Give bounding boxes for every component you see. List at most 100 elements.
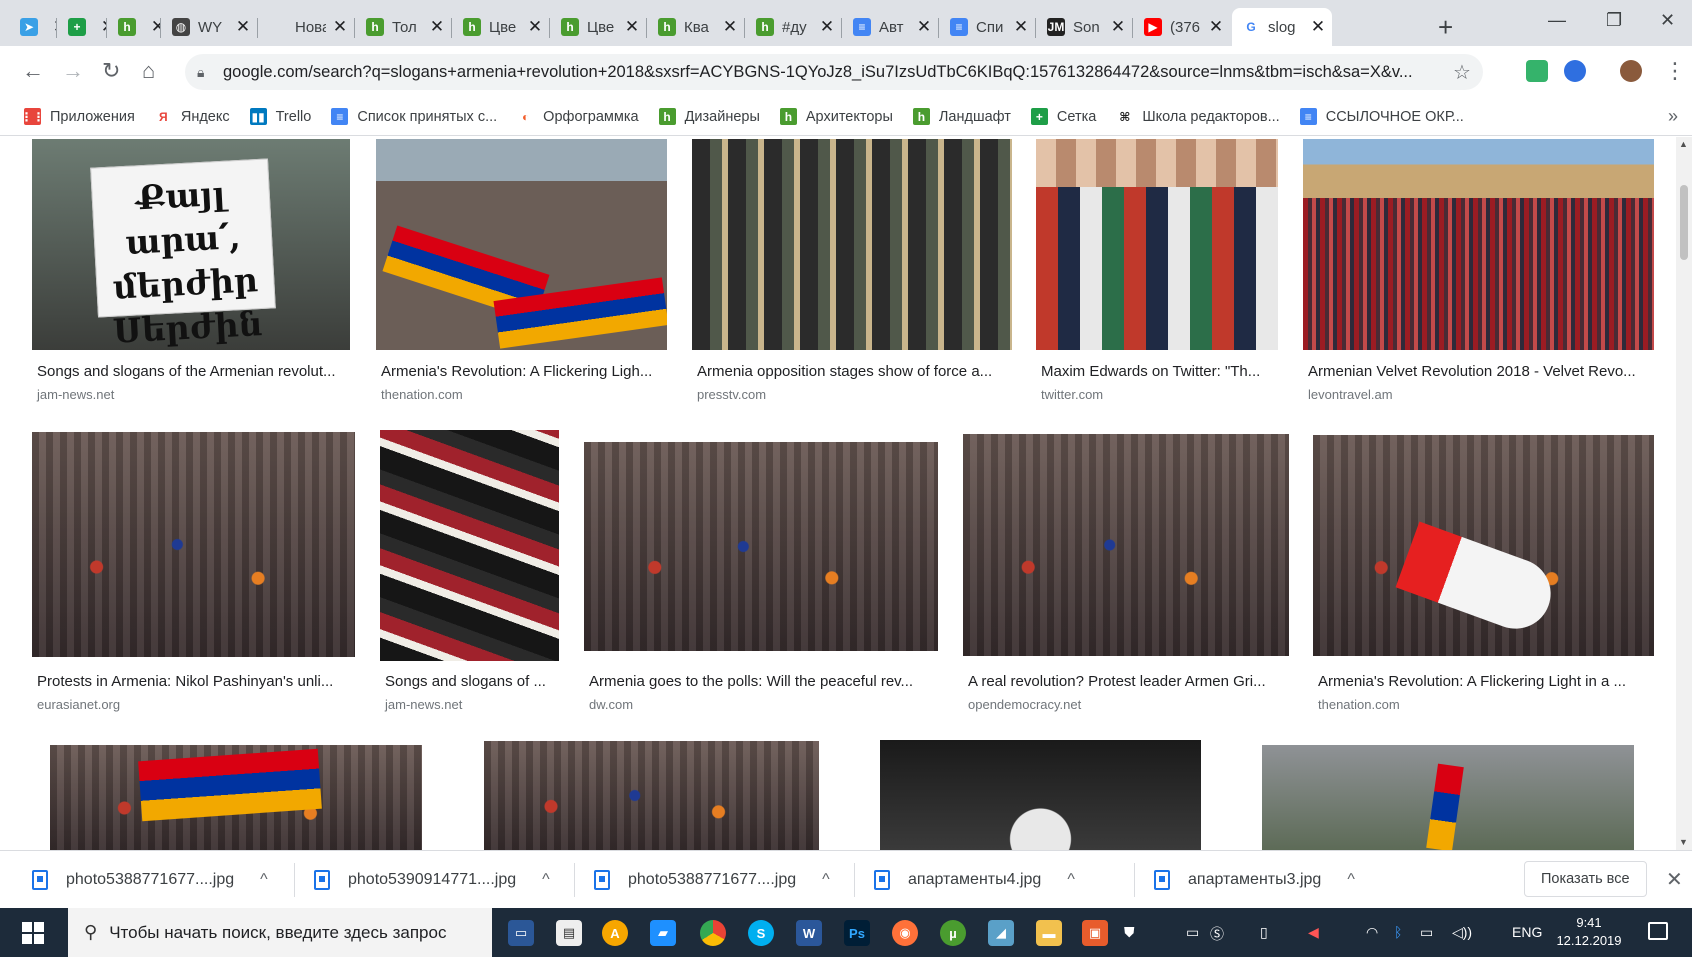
browser-tab[interactable]: h Тол ✕ [356,8,451,46]
bookmark-item[interactable]: ▮▮ Trello [249,108,311,125]
result-caption[interactable]: Armenia's Revolution: A Flickering Ligh.… [381,363,671,380]
battery-icon[interactable]: ▭ [1420,924,1433,941]
tab-close-icon[interactable]: ✕ [429,17,445,37]
windows-start-icon[interactable] [22,922,44,944]
bookmark-item[interactable]: ≡ ССЫЛОЧНОЕ ОКР... [1299,108,1464,125]
result-image-14[interactable] [1262,745,1634,850]
tab-close-icon[interactable]: ✕ [527,17,543,37]
chrome-icon[interactable] [700,920,726,946]
result-image-13[interactable] [880,740,1201,850]
result-image-8[interactable] [584,442,938,651]
word-icon[interactable]: W [796,920,822,946]
result-caption[interactable]: Armenian Velvet Revolution 2018 - Velvet… [1308,363,1654,380]
forward-icon[interactable]: → [62,58,84,84]
browser-tab[interactable]: ◍ WY ✕ [162,8,257,46]
home-icon[interactable]: ⌂ [142,58,155,84]
result-caption[interactable]: Protests in Armenia: Nikol Pashinyan's u… [37,673,352,690]
download-item[interactable]: апартаменты3.jpg ^ [1154,863,1355,897]
url-text[interactable]: google.com/search?q=slogans+armenia+revo… [223,63,1453,82]
download-menu-chevron-icon[interactable]: ^ [1347,871,1355,889]
result-caption[interactable]: Maxim Edwards on Twitter: "Th... [1041,363,1281,380]
profile-avatar[interactable] [1620,60,1642,82]
task-view-icon[interactable]: ▭ [508,920,534,946]
tab-close-icon[interactable]: ✕ [150,17,160,37]
result-image-11[interactable] [50,745,422,850]
tab-active[interactable]: Gslog ✕ [1232,8,1332,46]
tab-close-icon[interactable]: ✕ [1110,17,1126,37]
result-caption[interactable]: Songs and slogans of ... [385,673,565,690]
browser-tab[interactable]: h ✕ [108,8,160,46]
tray-network-icon[interactable]: ▭ [1186,924,1199,941]
browser-tab[interactable]: ≡ Авт ✕ [843,8,938,46]
volume-icon[interactable]: ◁)) [1452,924,1472,941]
download-item[interactable]: photo5388771677....jpg ^ [32,863,268,897]
download-item[interactable]: photo5388771677....jpg ^ [594,863,830,897]
browser-tab[interactable]: ≡ Спи ✕ [940,8,1035,46]
result-image-5[interactable] [1303,139,1654,350]
tab-close-icon[interactable]: ✕ [819,17,835,37]
result-caption[interactable]: Songs and slogans of the Armenian revolu… [37,363,347,380]
close-window-icon[interactable]: ✕ [1660,10,1675,31]
back-icon[interactable]: ← [22,58,44,84]
address-bar[interactable]: 🔒︎ google.com/search?q=slogans+armenia+r… [185,54,1483,90]
tab-close-icon[interactable]: ✕ [624,17,640,37]
tray-usb-icon[interactable]: ▯ [1260,924,1268,941]
action-center-icon[interactable] [1648,922,1668,940]
browser-tab[interactable]: JM Son ✕ [1037,8,1132,46]
result-image-3[interactable] [692,139,1012,350]
result-image-7[interactable] [380,430,559,661]
tab-close-icon[interactable]: ✕ [332,17,348,37]
tab-close-icon[interactable]: ✕ [1310,17,1326,37]
new-tab-button[interactable]: + [1438,14,1453,40]
result-image-10[interactable] [1313,435,1654,656]
taskbar-search[interactable]: ⚲ Чтобы начать поиск, введите здесь запр… [68,908,492,957]
result-image-1[interactable]: Քայլ արա՛, մերժիր Սերժին [32,139,350,350]
tray-volume-mute-icon[interactable]: ◀ [1308,924,1319,941]
download-menu-chevron-icon[interactable]: ^ [260,871,268,889]
download-menu-chevron-icon[interactable]: ^ [1067,871,1075,889]
system-clock[interactable]: 9:41 12.12.2019 [1556,914,1622,950]
utorrent-icon[interactable]: µ [940,920,966,946]
bookmark-item[interactable]: h Архитекторы [779,108,893,125]
browser-tab[interactable]: +✕ [58,8,106,46]
bookmark-item[interactable]: h Дизайнеры [658,108,760,125]
avast-icon[interactable]: A [602,920,628,946]
bookmark-star-icon[interactable]: ☆ [1453,60,1483,85]
tab-close-icon[interactable]: ✕ [1208,17,1224,37]
result-image-9[interactable] [963,434,1289,656]
firefox-icon[interactable]: ◉ [892,920,918,946]
download-menu-chevron-icon[interactable]: ^ [542,871,550,889]
result-image-2[interactable] [376,139,667,350]
tray-skype-icon[interactable]: Ⓢ [1210,924,1224,944]
download-item[interactable]: апартаменты4.jpg ^ [874,863,1075,897]
vpn-extension-icon[interactable] [1564,60,1586,82]
tab-close-icon[interactable]: ✕ [1013,17,1029,37]
page-scrollbar[interactable]: ▲ ▼ [1676,137,1692,850]
browser-tab[interactable]: h Цве ✕ [453,8,549,46]
result-caption[interactable]: Armenia's Revolution: A Flickering Light… [1318,673,1654,690]
browser-tab[interactable]: Новая в ✕ [259,8,354,46]
restore-icon[interactable]: ❐ [1606,10,1622,31]
scrollbar-thumb[interactable] [1680,185,1688,260]
extension-icon[interactable] [1526,60,1548,82]
reload-icon[interactable]: ↻ [102,58,120,84]
bookmark-item[interactable]: ≡ Список принятых с... [331,108,497,125]
download-menu-chevron-icon[interactable]: ^ [822,871,830,889]
result-image-4[interactable] [1036,139,1278,350]
photoshop-icon[interactable]: Ps [844,920,870,946]
tab-close-icon[interactable]: ✕ [235,17,251,37]
tray-shield-icon[interactable]: ⛊ [1124,924,1135,941]
wifi-icon[interactable]: ◠ [1366,924,1378,941]
bookmark-item[interactable]: Я Яндекс [154,108,230,125]
bookmark-item[interactable]: h Ландшафт [912,108,1011,125]
bluetooth-icon[interactable]: ᛒ [1394,924,1402,940]
download-item[interactable]: photo5390914771....jpg ^ [314,863,550,897]
result-caption[interactable]: Armenia goes to the polls: Will the peac… [589,673,939,690]
close-downloads-icon[interactable]: ✕ [1666,867,1683,892]
result-caption[interactable]: A real revolution? Protest leader Armen … [968,673,1288,690]
browser-tab[interactable]: h Цве ✕ [551,8,646,46]
tab-close-icon[interactable]: ✕ [916,17,932,37]
tab-close-icon[interactable]: ✕ [722,17,738,37]
result-image-12[interactable] [484,741,819,850]
menu-kebab-icon[interactable]: ⋮ [1664,58,1686,84]
